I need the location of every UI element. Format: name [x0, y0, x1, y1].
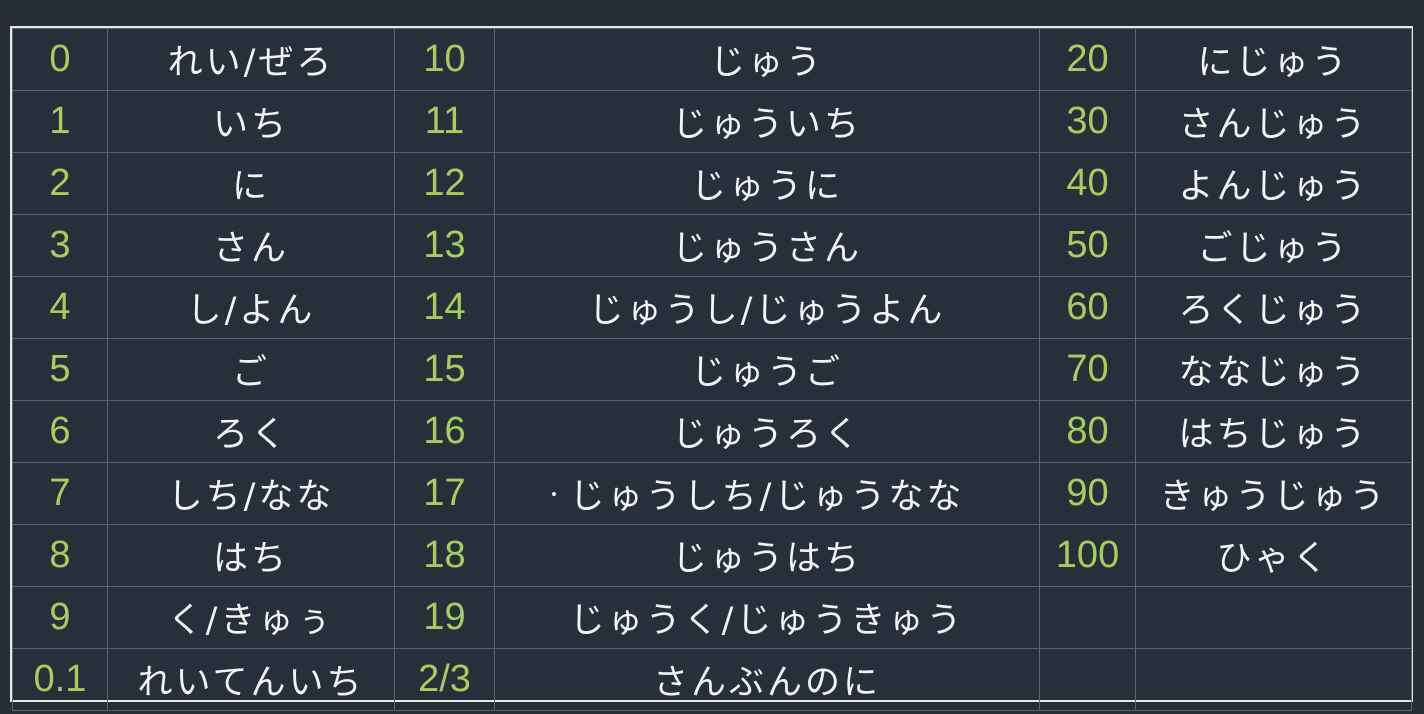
reading-cell	[1135, 586, 1412, 649]
reading-cell: じゅういち	[494, 90, 1040, 153]
table-row: 6 ろく 16 じゅうろく 80 はちじゅう	[12, 400, 1412, 463]
number-cell: 4	[12, 276, 108, 339]
number-cell: 70	[1039, 338, 1136, 401]
reading-cell: ご	[107, 338, 395, 401]
number-cell: 30	[1039, 90, 1136, 153]
reading-cell: ひゃく	[1135, 524, 1412, 587]
japanese-numbers-table: 0 れい/ぜろ 10 じゅう 20 にじゅう 1 いち 11 じゅういち 30 さんじゅう 2 に 12 じゅ…	[12, 28, 1412, 711]
numbers-table-frame: 0 れい/ぜろ 10 じゅう 20 にじゅう 1 いち 11 じゅういち 30 さんじゅう 2 に 12 じゅ…	[10, 26, 1413, 711]
number-cell: 7	[12, 462, 108, 525]
reading-cell: ろく	[107, 400, 395, 463]
reading-cell: じゅう	[494, 28, 1040, 91]
table-row: 0.1 れいてんいち 2/3 さんぶんのに	[12, 648, 1412, 711]
table-row: 9 く/きゅぅ 19 じゅうく/じゅうきゅう	[12, 586, 1412, 649]
number-cell: 13	[394, 214, 495, 277]
reading-cell: じゅうしち/じゅうなな	[494, 462, 1040, 525]
table-row: 3 さん 13 じゅうさん 50 ごじゅう	[12, 214, 1412, 277]
reading-cell: いち	[107, 90, 395, 153]
number-cell: 19	[394, 586, 495, 649]
table-body: 0 れい/ぜろ 10 じゅう 20 にじゅう 1 いち 11 じゅういち 30 さんじゅう 2 に 12 じゅ…	[12, 28, 1412, 711]
number-cell: 60	[1039, 276, 1136, 339]
number-cell: 8	[12, 524, 108, 587]
reading-cell: きゅうじゅう	[1135, 462, 1412, 525]
number-cell: 50	[1039, 214, 1136, 277]
number-cell	[1039, 648, 1136, 711]
number-cell: 6	[12, 400, 108, 463]
number-cell: 0	[12, 28, 108, 91]
table-row: 2 に 12 じゅうに 40 よんじゅう	[12, 152, 1412, 215]
table-row: 1 いち 11 じゅういち 30 さんじゅう	[12, 90, 1412, 153]
number-cell: 5	[12, 338, 108, 401]
reading-cell: じゅうろく	[494, 400, 1040, 463]
table-row: 8 はち 18 じゅうはち 100 ひゃく	[12, 524, 1412, 587]
reading-cell: はち	[107, 524, 395, 587]
reading-cell: に	[107, 152, 395, 215]
reading-cell: じゅうし/じゅうよん	[494, 276, 1040, 339]
reading-cell: にじゅう	[1135, 28, 1412, 91]
reading-cell: ななじゅう	[1135, 338, 1412, 401]
reading-cell: じゅうさん	[494, 214, 1040, 277]
reading-cell: じゅうく/じゅうきゅう	[494, 586, 1040, 649]
reading-cell: よんじゅう	[1135, 152, 1412, 215]
number-cell: 40	[1039, 152, 1136, 215]
reading-cell: さんぶんのに	[494, 648, 1040, 711]
number-cell: 2/3	[394, 648, 495, 711]
reading-cell: じゅうはち	[494, 524, 1040, 587]
reading-cell: じゅうに	[494, 152, 1040, 215]
number-cell: 12	[394, 152, 495, 215]
number-cell: 16	[394, 400, 495, 463]
reading-cell: く/きゅぅ	[107, 586, 395, 649]
number-cell: 0.1	[12, 648, 108, 711]
reading-cell: ろくじゅう	[1135, 276, 1412, 339]
reading-cell: はちじゅう	[1135, 400, 1412, 463]
stray-dot-mark	[552, 492, 556, 496]
number-cell: 1	[12, 90, 108, 153]
number-cell: 18	[394, 524, 495, 587]
reading-cell: じゅうご	[494, 338, 1040, 401]
reading-cell: れい/ぜろ	[107, 28, 395, 91]
number-cell: 3	[12, 214, 108, 277]
table-row: 4 し/よん 14 じゅうし/じゅうよん 60 ろくじゅう	[12, 276, 1412, 339]
number-cell: 9	[12, 586, 108, 649]
reading-cell: しち/なな	[107, 462, 395, 525]
number-cell: 17	[394, 462, 495, 525]
table-row: 0 れい/ぜろ 10 じゅう 20 にじゅう	[12, 28, 1412, 91]
table-row: 7 しち/なな 17 じゅうしち/じゅうなな 90 きゅうじゅう	[12, 462, 1412, 525]
number-cell: 90	[1039, 462, 1136, 525]
reading-cell	[1135, 648, 1412, 711]
reading-cell: さんじゅう	[1135, 90, 1412, 153]
number-cell: 11	[394, 90, 495, 153]
table-row: 5 ご 15 じゅうご 70 ななじゅう	[12, 338, 1412, 401]
reading-cell: れいてんいち	[107, 648, 395, 711]
number-cell: 2	[12, 152, 108, 215]
number-cell: 80	[1039, 400, 1136, 463]
number-cell: 20	[1039, 28, 1136, 91]
number-cell: 15	[394, 338, 495, 401]
reading-cell: さん	[107, 214, 395, 277]
number-cell: 100	[1039, 524, 1136, 587]
number-cell	[1039, 586, 1136, 649]
number-cell: 10	[394, 28, 495, 91]
reading-cell: ごじゅう	[1135, 214, 1412, 277]
number-cell: 14	[394, 276, 495, 339]
reading-cell: し/よん	[107, 276, 395, 339]
